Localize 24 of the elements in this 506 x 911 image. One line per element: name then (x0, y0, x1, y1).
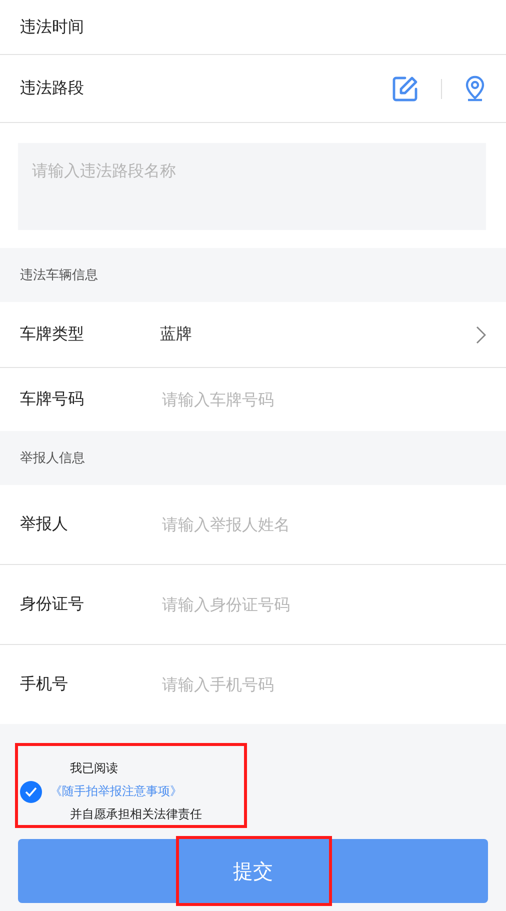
field-value[interactable]: 蓝牌 (160, 324, 476, 345)
field-label: 车牌类型 (20, 324, 85, 345)
chevron-right-icon[interactable] (476, 326, 486, 344)
text-input[interactable]: 请输入举报人姓名 (160, 514, 486, 535)
agreement-text: 我已阅读 (69, 760, 119, 777)
section-title: 举报人信息 (20, 450, 85, 467)
field-label: 违法路段 (20, 78, 85, 99)
text-input[interactable]: 请输入身份证号码 (160, 594, 486, 615)
notice-link[interactable]: 《随手拍举报注意事项》 (50, 783, 202, 800)
section-title: 违法车辆信息 (20, 267, 98, 284)
field-label: 手机号 (20, 674, 69, 695)
field-label: 身份证号 (20, 594, 85, 615)
edit-icon[interactable] (391, 74, 419, 102)
road-name-field[interactable]: 请输入违法路段名称 (18, 143, 486, 230)
agreement-text: 并自愿承担相关法律责任 (69, 806, 202, 823)
field-label: 违法时间 (20, 16, 85, 38)
field-label: 举报人 (20, 514, 69, 535)
text-input[interactable]: 请输入手机号码 (160, 674, 486, 695)
agreement-checkbox[interactable] (20, 780, 42, 802)
checkmark-icon (25, 786, 37, 796)
submit-button[interactable]: 提交 (18, 839, 488, 903)
location-pin-icon[interactable] (464, 74, 486, 102)
text-input[interactable]: 请输入车牌号码 (160, 389, 486, 410)
field-label: 车牌号码 (20, 389, 85, 410)
